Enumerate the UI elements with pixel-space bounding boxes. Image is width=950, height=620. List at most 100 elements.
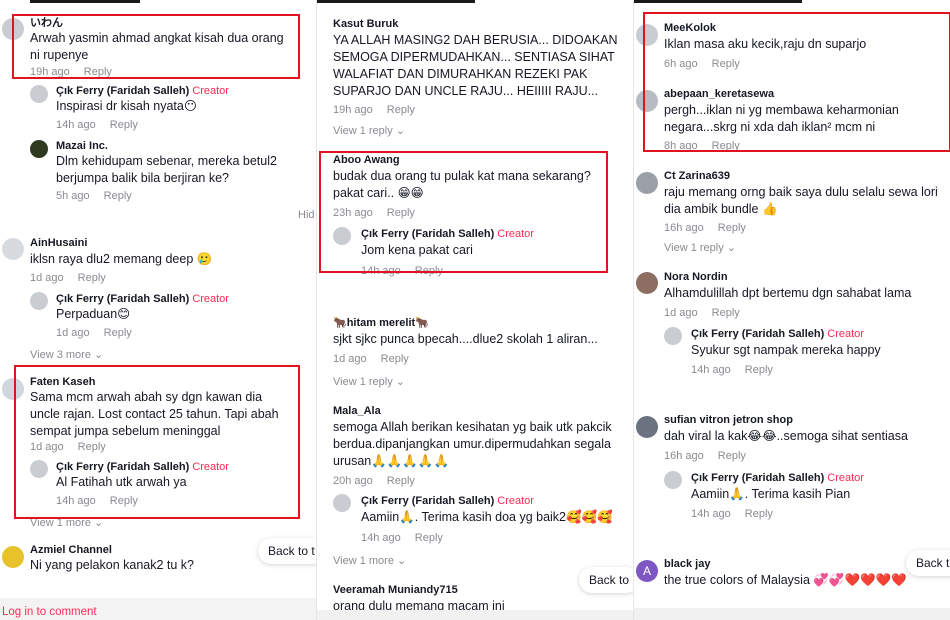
comment-author[interactable]: AinHusaini xyxy=(30,237,87,249)
comment-time: 1d ago xyxy=(333,353,367,365)
reply-author[interactable]: Mazai Inc. xyxy=(56,140,108,152)
avatar[interactable] xyxy=(333,494,351,512)
highlight-box xyxy=(12,14,300,79)
avatar[interactable] xyxy=(2,238,24,260)
comment-text: semoga Allah berikan kesihatan yg baik u… xyxy=(333,420,612,468)
reply-time: 14h ago xyxy=(56,119,96,131)
avatar[interactable] xyxy=(664,471,682,489)
view-replies-button[interactable]: View 1 reply ⌄ xyxy=(333,124,405,137)
reply-text: Aamiin🙏. Terima kasih Pian xyxy=(691,487,851,501)
comment-author[interactable]: Veeramah Muniandy715 xyxy=(333,584,458,596)
reply-author-name[interactable]: Çık Ferry (Faridah Salleh) xyxy=(56,85,189,97)
avatar[interactable]: A xyxy=(636,560,658,582)
reply-button[interactable]: Reply xyxy=(745,508,773,520)
chevron-down-icon: ⌄ xyxy=(395,376,405,388)
reply-author-name[interactable]: Çık Ferry (Faridah Salleh) xyxy=(56,293,189,305)
reply-text: Inspirasi dr kisah nyata😶 xyxy=(56,99,197,113)
tab-indicator xyxy=(317,0,475,3)
avatar[interactable] xyxy=(636,416,658,438)
reply-author[interactable]: Çık Ferry (Faridah Salleh) Creator xyxy=(691,472,864,484)
comment-meta: 1d ago Reply xyxy=(30,272,106,284)
comment-text: dah viral la kak😂😂..semoga sihat sentias… xyxy=(664,429,908,443)
reply-meta: 14h ago Reply xyxy=(691,364,773,376)
bottom-bar xyxy=(634,608,950,620)
avatar[interactable] xyxy=(636,172,658,194)
comment-meta: 1d ago Reply xyxy=(333,353,409,365)
comment-author[interactable]: Kasut Buruk xyxy=(333,18,398,30)
avatar[interactable] xyxy=(30,85,48,103)
reply-button[interactable]: Reply xyxy=(381,353,409,365)
reply-meta: 1d ago Reply xyxy=(56,327,132,339)
reply-button[interactable]: Reply xyxy=(415,532,443,544)
comment-author[interactable]: Nora Nordin xyxy=(664,271,728,283)
hide-replies-button[interactable]: Hid xyxy=(298,209,315,221)
back-to-top-button[interactable]: Back to xyxy=(579,567,633,593)
view-replies-label[interactable]: View 1 reply xyxy=(333,125,393,137)
reply-button[interactable]: Reply xyxy=(104,190,132,202)
comment-author[interactable]: sufian vitron jetron shop xyxy=(664,414,793,426)
view-more-label[interactable]: View 3 more xyxy=(30,349,91,361)
reply-button[interactable]: Reply xyxy=(712,307,740,319)
highlight-box xyxy=(14,365,300,519)
comment-author[interactable]: Mala_Ala xyxy=(333,405,381,417)
reply-button[interactable]: Reply xyxy=(745,364,773,376)
comment-author[interactable]: Ct Zarina639 xyxy=(664,170,730,182)
avatar[interactable] xyxy=(30,292,48,310)
avatar[interactable] xyxy=(636,272,658,294)
comment-text: YA ALLAH MASING2 DAH BERUSIA... DIDOAKAN… xyxy=(333,33,618,98)
reply-time: 1d ago xyxy=(56,327,90,339)
comment-meta: 16h ago Reply xyxy=(664,222,746,234)
comment-time: 19h ago xyxy=(333,104,373,116)
view-replies-button[interactable]: View 1 reply ⌄ xyxy=(664,241,736,254)
reply-author[interactable]: Çık Ferry (Faridah Salleh) Creator xyxy=(56,85,229,97)
comment-time: 16h ago xyxy=(664,450,704,462)
reply-button[interactable]: Reply xyxy=(718,222,746,234)
reply-button[interactable]: Reply xyxy=(104,327,132,339)
reply-text: Dlm kehidupam sebenar, mereka betul2 ber… xyxy=(56,154,277,185)
login-link[interactable]: Log in to comment xyxy=(2,606,97,618)
chevron-down-icon: ⌄ xyxy=(94,349,104,361)
reply-author-name[interactable]: Çık Ferry (Faridah Salleh) xyxy=(361,495,494,507)
reply-meta: 14h ago Reply xyxy=(361,532,443,544)
avatar[interactable] xyxy=(30,140,48,158)
view-more-button[interactable]: View 1 more ⌄ xyxy=(333,554,406,567)
reply-author[interactable]: Çık Ferry (Faridah Salleh) Creator xyxy=(691,328,864,340)
chevron-down-icon: ⌄ xyxy=(395,125,405,137)
avatar[interactable] xyxy=(2,546,24,568)
comment-meta: 1d ago Reply xyxy=(664,307,740,319)
chevron-down-icon: ⌄ xyxy=(397,555,407,567)
view-replies-button[interactable]: View 1 reply ⌄ xyxy=(333,375,405,388)
back-to-top-button[interactable]: Back to xyxy=(906,550,950,576)
comment-time: 1d ago xyxy=(30,272,64,284)
reply-author[interactable]: Çık Ferry (Faridah Salleh) Creator xyxy=(56,293,229,305)
reply-author-name[interactable]: Çık Ferry (Faridah Salleh) xyxy=(691,472,824,484)
reply-time: 14h ago xyxy=(691,508,731,520)
highlight-box xyxy=(643,12,950,152)
comment-text: raju memang orng baik saya dulu selalu s… xyxy=(664,185,938,216)
creator-badge: Creator xyxy=(827,328,864,340)
view-replies-label[interactable]: View 1 reply xyxy=(664,242,724,254)
view-more-label[interactable]: View 1 more xyxy=(333,555,394,567)
comment-author[interactable]: Azmiel Channel xyxy=(30,544,112,556)
reply-time: 14h ago xyxy=(361,532,401,544)
reply-button[interactable]: Reply xyxy=(387,104,415,116)
reply-meta: 5h ago Reply xyxy=(56,190,132,202)
reply-button[interactable]: Reply xyxy=(718,450,746,462)
view-replies-label[interactable]: View 1 reply xyxy=(333,376,393,388)
reply-author-name[interactable]: Çık Ferry (Faridah Salleh) xyxy=(691,328,824,340)
chevron-down-icon: ⌄ xyxy=(726,242,736,254)
reply-button[interactable]: Reply xyxy=(110,119,138,131)
reply-time: 14h ago xyxy=(691,364,731,376)
reply-author[interactable]: Çık Ferry (Faridah Salleh) Creator xyxy=(361,495,534,507)
comment-author[interactable]: 🐂hitam merelit🐂 xyxy=(333,316,429,329)
avatar[interactable] xyxy=(664,327,682,345)
reply-button[interactable]: Reply xyxy=(78,272,106,284)
reply-meta: 14h ago Reply xyxy=(691,508,773,520)
comment-author[interactable]: black jay xyxy=(664,558,710,570)
view-more-button[interactable]: View 3 more ⌄ xyxy=(30,348,103,361)
comment-panel-left: いわん Arwah yasmin ahmad angkat kisah dua … xyxy=(0,0,316,620)
login-bar[interactable]: Log in to comment xyxy=(0,598,316,620)
comment-text: sjkt sjkc punca bpecah....dlue2 skolah 1… xyxy=(333,332,598,346)
back-to-top-button[interactable]: Back to t xyxy=(258,538,316,564)
reply-button[interactable]: Reply xyxy=(387,475,415,487)
